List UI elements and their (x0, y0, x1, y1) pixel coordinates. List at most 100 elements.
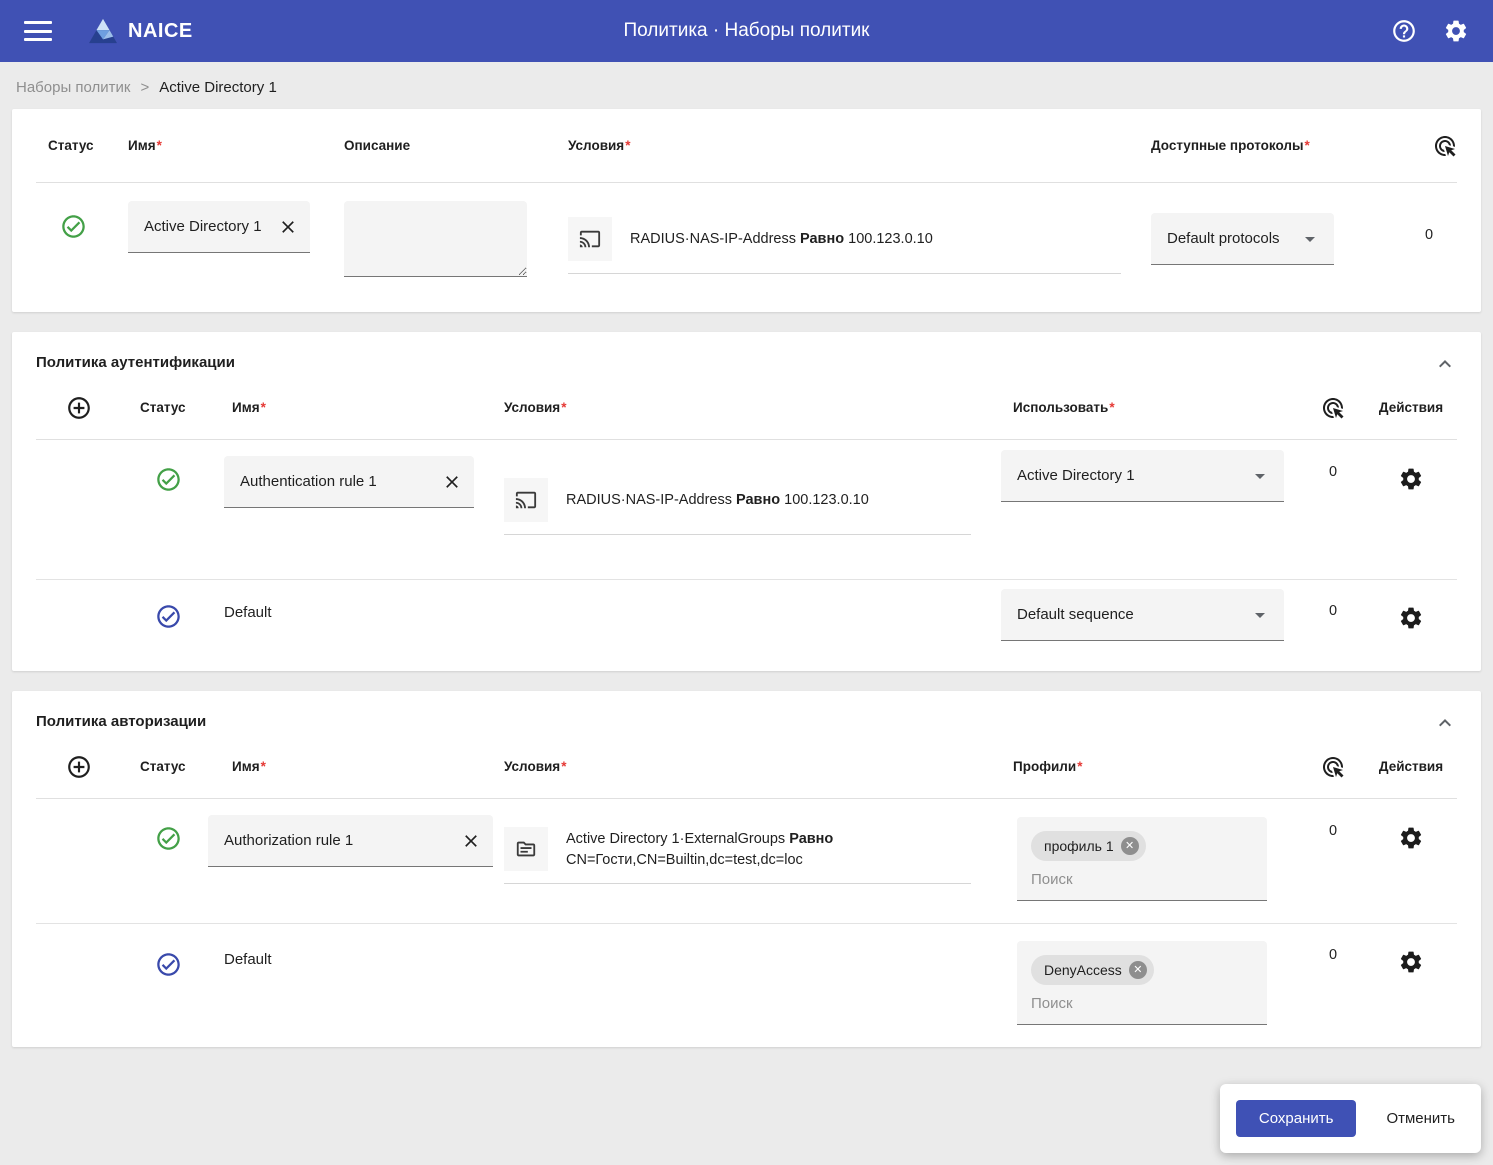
protocols-select[interactable]: Default protocols (1151, 213, 1334, 265)
breadcrumb-parent-link[interactable]: Наборы политик (16, 79, 130, 96)
use-select[interactable]: Active Directory 1 (1001, 450, 1284, 502)
authz-policy-card: Политика авторизации Статус Имя* Условия… (12, 691, 1481, 1047)
col-status: Статус (36, 138, 128, 153)
naice-logo-icon (88, 17, 118, 45)
chevron-down-icon (1298, 227, 1322, 251)
auth-rule-row: RADIUS·NAS-IP-Address Равно 100.123.0.10… (12, 440, 1481, 579)
hits-count: 0 (1301, 799, 1365, 839)
menu-icon[interactable] (24, 21, 52, 41)
rule-condition[interactable]: Active Directory 1·ExternalGroups Равно … (504, 827, 971, 884)
help-icon[interactable] (1391, 18, 1417, 44)
chip-remove-icon[interactable]: ✕ (1129, 961, 1147, 979)
authz-rule-row: Active Directory 1·ExternalGroups Равно … (12, 799, 1481, 923)
page-title: Политика · Наборы политик (623, 20, 869, 42)
authz-policy-header-row: Статус Имя* Условия* Профили* Действия (36, 735, 1457, 799)
add-rule-icon[interactable] (66, 395, 120, 421)
clear-name-icon[interactable] (459, 829, 483, 853)
rule-name-input[interactable] (224, 832, 459, 849)
col-conditions: Условия* (488, 759, 1001, 774)
brand-name: NAICE (128, 20, 193, 43)
condition-operator: Равно (800, 231, 844, 247)
profile-chip[interactable]: DenyAccess ✕ (1031, 955, 1154, 985)
col-protocols: Доступные протоколы* (1151, 138, 1401, 153)
save-bar: Сохранить Отменить (1220, 1084, 1481, 1153)
clear-name-icon[interactable] (276, 215, 300, 239)
profile-chip-label: DenyAccess (1044, 962, 1122, 978)
chip-remove-icon[interactable]: ✕ (1121, 837, 1139, 855)
col-name: Имя* (216, 759, 488, 774)
profile-chip-label: профиль 1 (1044, 838, 1114, 854)
add-rule-icon[interactable] (66, 754, 120, 780)
app-bar-actions (1391, 18, 1469, 44)
settings-icon[interactable] (1443, 18, 1469, 44)
hits-icon[interactable] (1321, 396, 1345, 420)
clear-name-icon[interactable] (440, 470, 464, 494)
col-use: Использовать* (1001, 400, 1301, 415)
use-select[interactable]: Default sequence (1001, 589, 1284, 641)
authz-policy-title: Политика авторизации (36, 713, 206, 730)
condition-operator: Равно (789, 831, 833, 847)
policy-set-name-field[interactable] (128, 201, 310, 253)
cancel-button[interactable]: Отменить (1386, 1110, 1455, 1127)
brand-logo[interactable]: NAICE (88, 17, 193, 45)
policy-set-name-input[interactable] (144, 218, 276, 235)
collapse-icon[interactable] (1433, 711, 1457, 735)
rule-name-field[interactable] (224, 456, 474, 508)
auth-default-row: Default Default sequence 0 (12, 579, 1481, 671)
col-name: Имя* (128, 138, 344, 153)
collapse-icon[interactable] (1433, 352, 1457, 376)
folder-groups-icon (504, 827, 548, 871)
hits-count: 0 (1401, 201, 1457, 243)
col-conditions: Условия* (488, 400, 1001, 415)
row-actions-gear-icon[interactable] (1398, 923, 1424, 975)
row-actions-gear-icon[interactable] (1398, 440, 1424, 492)
use-selected-value: Default sequence (1017, 606, 1248, 623)
authz-default-row: Default DenyAccess ✕ Поиск 0 (12, 923, 1481, 1047)
condition-value: 100.123.0.10 (848, 231, 933, 247)
profiles-field[interactable]: профиль 1 ✕ Поиск (1017, 817, 1267, 901)
save-button[interactable]: Сохранить (1236, 1100, 1357, 1137)
breadcrumb: Наборы политик > Active Directory 1 (0, 62, 1493, 109)
breadcrumb-current: Active Directory 1 (159, 79, 277, 96)
auth-policy-card: Политика аутентификации Статус Имя* Усло… (12, 332, 1481, 671)
hits-icon[interactable] (1433, 134, 1457, 158)
rule-name-field[interactable] (208, 815, 493, 867)
rule-name-input[interactable] (240, 473, 440, 490)
profiles-search-placeholder[interactable]: Поиск (1031, 871, 1253, 888)
row-actions-gear-icon[interactable] (1398, 579, 1424, 631)
chevron-down-icon (1248, 464, 1272, 488)
rule-name-label: Default (216, 923, 488, 968)
policy-set-card: Статус Имя* Описание Условия* Доступные … (12, 109, 1481, 312)
policy-set-description-textarea[interactable] (344, 201, 527, 277)
status-check-icon[interactable] (155, 923, 182, 978)
policy-set-condition[interactable]: RADIUS·NAS-IP-Address Равно 100.123.0.10 (568, 217, 1121, 274)
cast-icon (504, 478, 548, 522)
col-description: Описание (344, 138, 556, 153)
page: NAICE Политика · Наборы политик Наборы п… (0, 0, 1493, 1165)
profiles-field[interactable]: DenyAccess ✕ Поиск (1017, 941, 1267, 1025)
status-check-icon[interactable] (36, 201, 128, 240)
rule-name-label: Default (216, 579, 488, 621)
breadcrumb-separator: > (140, 79, 149, 96)
hits-icon[interactable] (1321, 755, 1345, 779)
condition-attribute: Active Directory 1·ExternalGroups (566, 831, 785, 847)
auth-policy-title: Политика аутентификации (36, 354, 235, 371)
profile-chip[interactable]: профиль 1 ✕ (1031, 831, 1146, 861)
row-actions-gear-icon[interactable] (1398, 799, 1424, 851)
condition-attribute: RADIUS·NAS-IP-Address (630, 231, 796, 247)
hits-count: 0 (1301, 440, 1365, 480)
rule-condition[interactable]: RADIUS·NAS-IP-Address Равно 100.123.0.10 (504, 478, 971, 535)
col-status: Статус (120, 400, 216, 415)
status-check-icon[interactable] (155, 579, 182, 630)
profiles-search-placeholder[interactable]: Поиск (1031, 995, 1253, 1012)
hits-count: 0 (1301, 579, 1365, 619)
policy-set-row: RADIUS·NAS-IP-Address Равно 100.123.0.10… (12, 183, 1481, 312)
col-profiles: Профили* (1001, 759, 1301, 774)
status-check-icon[interactable] (155, 440, 182, 493)
status-check-icon[interactable] (155, 799, 182, 852)
col-actions: Действия (1379, 400, 1443, 415)
cast-icon (568, 217, 612, 261)
col-actions: Действия (1379, 759, 1443, 774)
use-selected-value: Active Directory 1 (1017, 467, 1248, 484)
col-conditions: Условия* (556, 138, 1151, 153)
